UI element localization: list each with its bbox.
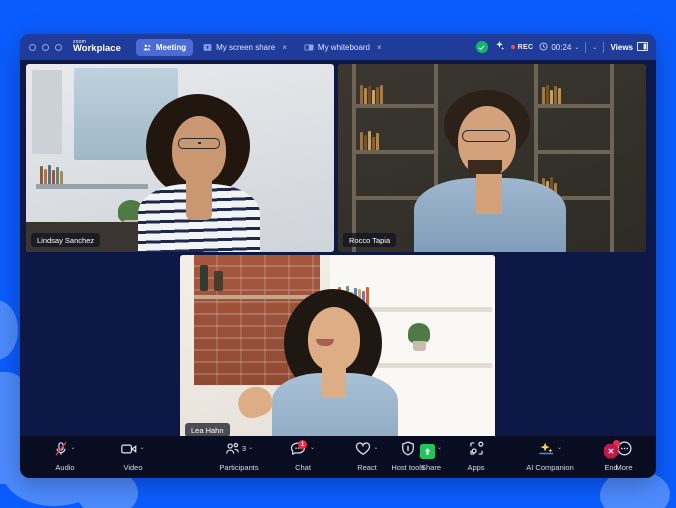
ai-companion-label: AI Companion	[526, 463, 574, 472]
participants-label: Participants	[219, 463, 259, 472]
video-feed	[180, 255, 495, 442]
participants-count: 3	[241, 443, 247, 453]
end-call-icon: ✕	[603, 443, 619, 459]
video-button[interactable]: ⌄ Video	[110, 442, 156, 472]
tab-my-screen-share-label: My screen share	[216, 42, 276, 52]
chevron-up-icon[interactable]: ⌄	[248, 444, 253, 451]
minimize-window-button[interactable]	[42, 43, 49, 51]
screen-share-icon	[203, 43, 212, 52]
microphone-muted-icon	[54, 441, 68, 462]
host-tools-label: Host tools	[391, 463, 425, 472]
maximize-window-button[interactable]	[55, 43, 62, 51]
participant-name-badge: Rocco Tapia	[343, 233, 397, 247]
recording-label: REC	[517, 43, 534, 51]
toolbar-end-group: ✕ End	[588, 442, 634, 472]
toolbar-left-group: ⌄ Audio ⌄ Video	[20, 441, 156, 472]
chevron-down-icon[interactable]: ⌄	[592, 44, 597, 51]
video-label: Video	[123, 463, 143, 472]
chevron-up-icon[interactable]: ⌄	[310, 444, 315, 451]
apps-icon	[469, 441, 484, 461]
clock-icon	[539, 42, 548, 53]
audio-label: Audio	[55, 463, 75, 472]
camera-icon	[121, 442, 137, 460]
participants-icon	[143, 43, 152, 52]
participant-name-badge: Lindsay Sanchez	[31, 233, 101, 247]
shield-host-icon	[401, 441, 415, 461]
video-stage: Lindsay Sanchez Rocco Tapia Lea Hahn	[20, 60, 656, 442]
end-meeting-button[interactable]: ✕ End	[588, 442, 634, 472]
tab-meeting[interactable]: Meeting	[135, 38, 194, 56]
participants-button[interactable]: 3 ⌄ Participants	[216, 442, 262, 472]
sparkle-icon[interactable]	[494, 38, 505, 56]
react-label: React	[357, 463, 377, 472]
divider	[603, 41, 605, 53]
tab-my-whiteboard-label: My whiteboard	[317, 42, 370, 52]
chevron-up-icon[interactable]: ⌄	[139, 444, 144, 451]
video-tile[interactable]: Lindsay Sanchez	[26, 64, 334, 252]
whiteboard-icon	[304, 43, 314, 52]
end-label: End	[604, 463, 618, 472]
host-tools-button[interactable]: Host tools	[385, 441, 431, 472]
layout-grid-icon	[636, 41, 649, 53]
meeting-timer: 00:24 ⌄	[539, 42, 579, 53]
tab-close-icon[interactable]: ×	[282, 43, 287, 52]
background-blob	[0, 300, 18, 360]
chevron-up-icon[interactable]: ⌄	[373, 444, 378, 451]
chevron-down-icon[interactable]: ⌄	[574, 44, 579, 51]
audio-button[interactable]: ⌄ Audio	[42, 441, 88, 472]
chat-label: Chat	[295, 463, 311, 472]
close-window-button[interactable]	[29, 43, 36, 51]
record-dot-icon	[510, 45, 515, 49]
recording-indicator[interactable]: REC	[510, 43, 534, 51]
meeting-toolbar: ⌄ Audio ⌄ Video 3 ⌄ Participants 1 ⌄ Cha…	[20, 436, 656, 478]
tab-bar: Meeting My screen share × My whiteboard …	[135, 38, 389, 56]
divider	[585, 41, 587, 53]
video-feed	[338, 64, 646, 252]
views-label: Views	[610, 42, 633, 52]
apps-label: Apps	[467, 463, 485, 472]
chevron-up-icon[interactable]: ⌄	[557, 444, 562, 451]
tab-close-icon[interactable]: ×	[377, 43, 382, 52]
apps-button[interactable]: Apps	[453, 441, 499, 472]
video-tile[interactable]: Lea Hahn	[180, 255, 495, 442]
zoom-workplace-logo: zoom Workplace	[73, 40, 121, 54]
views-button[interactable]: Views	[610, 41, 649, 53]
title-bar: zoom Workplace Meeting My screen share ×…	[20, 34, 656, 60]
ai-companion-icon	[538, 441, 555, 461]
brand-bottom-text: Workplace	[73, 43, 121, 55]
tab-my-whiteboard[interactable]: My whiteboard ×	[297, 39, 389, 56]
chevron-up-icon[interactable]: ⌄	[70, 444, 75, 451]
meeting-timer-value: 00:24	[551, 42, 572, 52]
participants-icon	[225, 442, 240, 461]
tab-my-screen-share[interactable]: My screen share ×	[196, 39, 294, 56]
ai-companion-button[interactable]: ⌄ AI Companion	[521, 442, 579, 472]
zoom-app-window: zoom Workplace Meeting My screen share ×…	[20, 34, 656, 478]
video-tile[interactable]: Rocco Tapia	[338, 64, 646, 252]
participant-name-badge: Lea Hahn	[185, 423, 230, 437]
window-controls[interactable]	[29, 43, 62, 51]
shield-check-icon[interactable]	[475, 41, 488, 53]
chat-button[interactable]: 1 ⌄ Chat	[280, 440, 326, 472]
title-bar-status-area: REC 00:24 ⌄ ⌄ Views	[475, 38, 650, 56]
chat-unread-badge: 1	[298, 440, 308, 449]
video-feed	[26, 64, 334, 252]
heart-icon	[355, 441, 371, 461]
react-button[interactable]: ⌄ React	[344, 441, 390, 472]
tab-meeting-label: Meeting	[155, 42, 187, 52]
